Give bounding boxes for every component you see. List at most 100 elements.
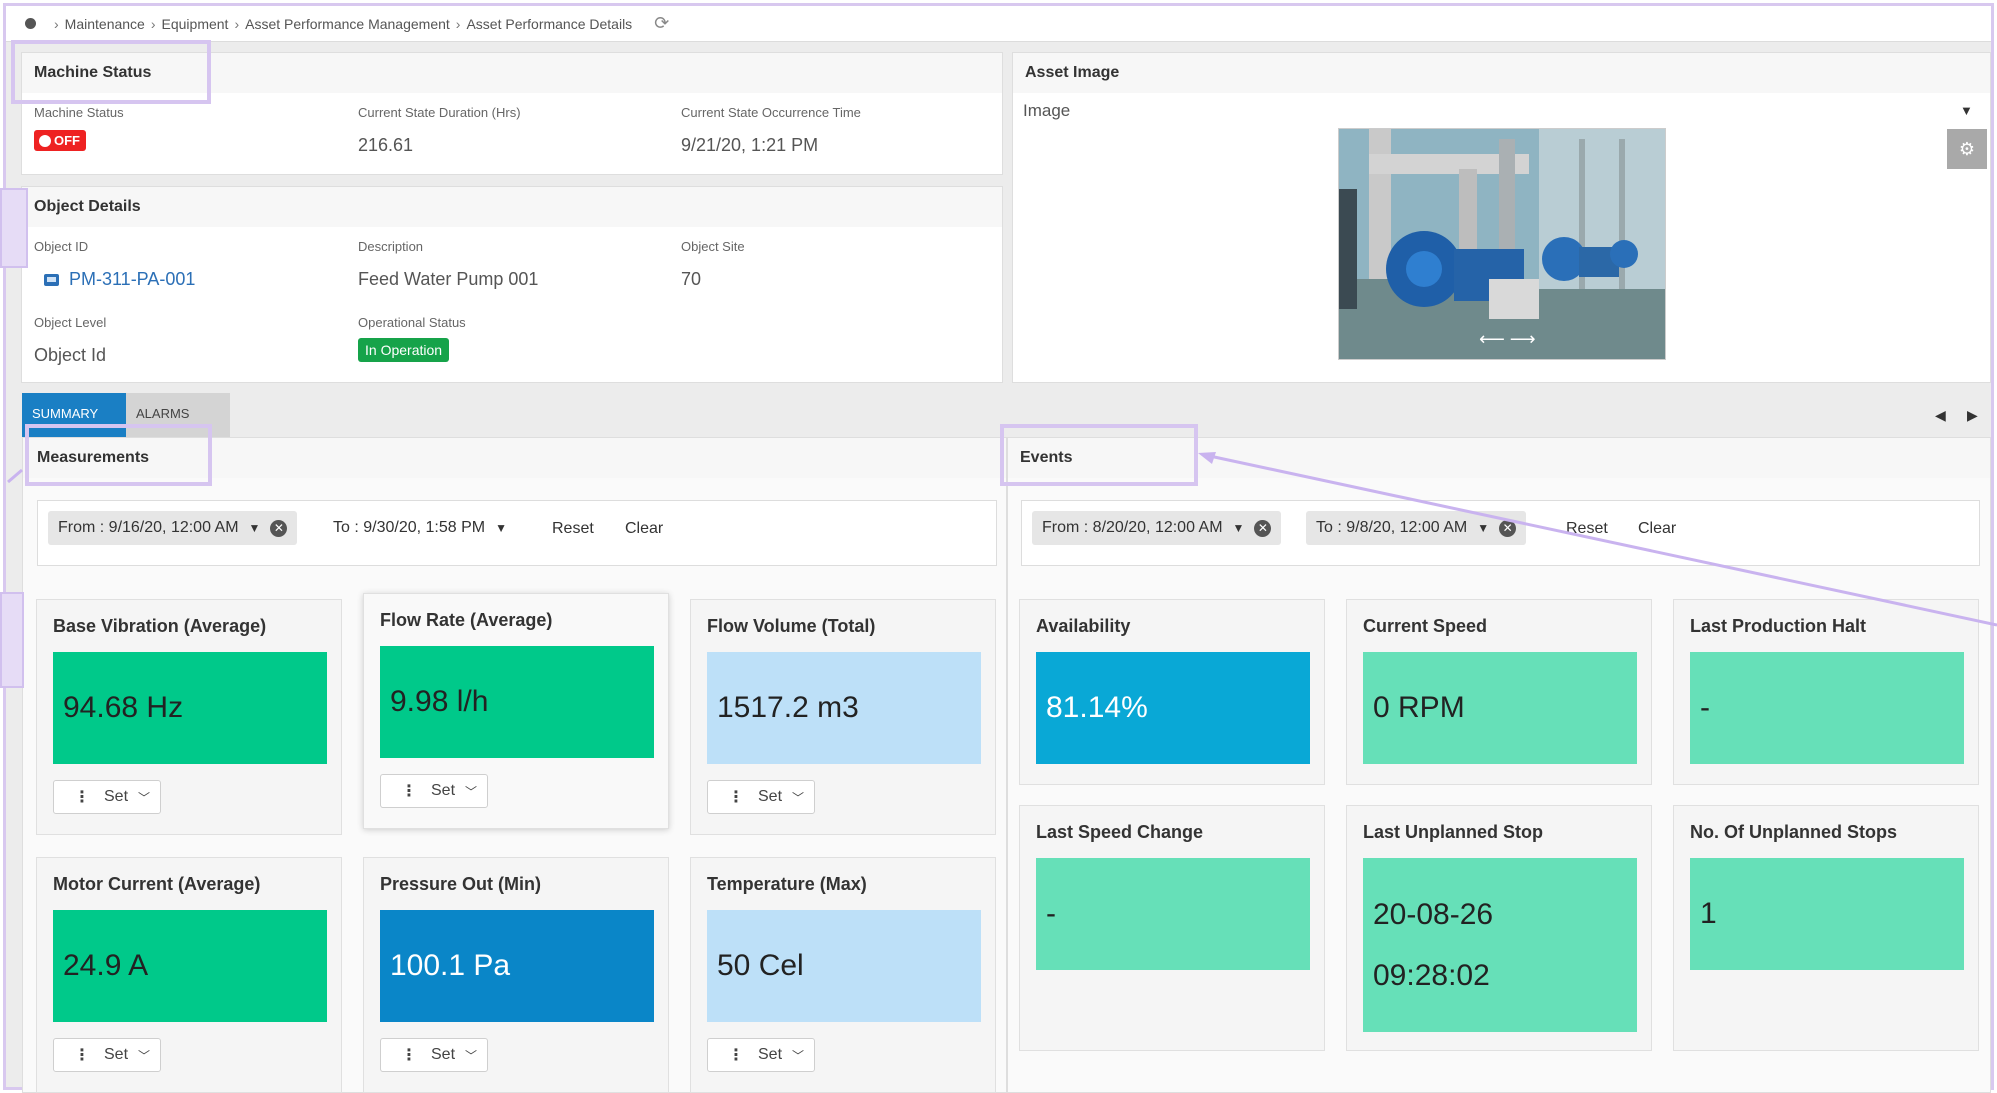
- measurements-to-chip[interactable]: To : 9/30/20, 1:58 PM ▼: [323, 511, 517, 545]
- measurement-card[interactable]: Flow Rate (Average) 9.98 l/h ⋮ Set ﹀: [363, 593, 669, 829]
- chevron-right-icon: ›: [455, 15, 461, 32]
- event-card[interactable]: Last Speed Change -: [1019, 805, 1325, 1051]
- event-title: Last Production Halt: [1690, 616, 1867, 636]
- events-reset-button[interactable]: Reset: [1566, 520, 1608, 538]
- scroll-left-icon[interactable]: ◀: [1935, 407, 1946, 424]
- object-details-title: Object Details: [22, 187, 1002, 227]
- event-title: Last Unplanned Stop: [1363, 822, 1543, 842]
- event-title: No. Of Unplanned Stops: [1690, 822, 1897, 842]
- object-id-link[interactable]: PM-311-PA-001: [44, 269, 195, 290]
- event-title: Availability: [1036, 616, 1131, 636]
- event-card[interactable]: Current Speed 0 RPM: [1346, 599, 1652, 785]
- event-card[interactable]: Last Production Halt -: [1673, 599, 1979, 785]
- measurement-value: 100.1 Pa: [380, 910, 654, 1022]
- breadcrumb-item-equipment[interactable]: Equipment: [162, 16, 229, 32]
- event-card[interactable]: No. Of Unplanned Stops 1: [1673, 805, 1979, 1051]
- image-settings-button[interactable]: ⚙: [1947, 129, 1987, 169]
- set-label: Set: [104, 788, 129, 805]
- measurements-to-value[interactable]: To : 9/30/20, 1:58 PM: [333, 519, 485, 537]
- image-nav-arrows[interactable]: ⟵ ⟶: [1479, 329, 1536, 350]
- annotation-events: [1000, 424, 1198, 486]
- object-id-value[interactable]: PM-311-PA-001: [69, 269, 195, 289]
- set-button[interactable]: ⋮ Set ﹀: [707, 1038, 815, 1072]
- breadcrumb-item-apm[interactable]: Asset Performance Management: [245, 16, 450, 32]
- set-label: Set: [104, 1046, 129, 1063]
- set-button[interactable]: ⋮ Set ﹀: [53, 1038, 161, 1072]
- clear-circle-icon[interactable]: ✕: [1254, 519, 1272, 537]
- event-value-time: 09:28:02: [1373, 959, 1490, 992]
- measurement-value: 9.98 l/h: [380, 646, 654, 758]
- image-select[interactable]: Image: [1023, 101, 1070, 121]
- events-to-value[interactable]: To : 9/8/20, 12:00 AM: [1316, 519, 1467, 537]
- kebab-icon: ⋮: [401, 783, 417, 800]
- event-value: -: [1036, 858, 1310, 970]
- status-badge-text: OFF: [54, 133, 80, 148]
- object-site-value: 70: [681, 269, 702, 289]
- measurement-card[interactable]: Temperature (Max) 50 Cel ⋮ Set ﹀: [690, 857, 996, 1093]
- measurement-card[interactable]: Flow Volume (Total) 1517.2 m3 ⋮ Set ﹀: [690, 599, 996, 835]
- event-title: Last Speed Change: [1036, 822, 1204, 842]
- events-filter: From : 8/20/20, 12:00 AM ▼ ✕ To : 9/8/20…: [1021, 500, 1980, 566]
- events-to-chip[interactable]: To : 9/8/20, 12:00 AM ▼ ✕: [1306, 511, 1527, 545]
- clear-circle-icon[interactable]: ✕: [270, 519, 288, 537]
- set-button[interactable]: ⋮ Set ﹀: [380, 1038, 488, 1072]
- measurement-title: Flow Rate (Average): [380, 610, 553, 630]
- measurement-value: 1517.2 m3: [707, 652, 981, 764]
- op-status-badge: In Operation: [358, 338, 450, 362]
- chevron-down-icon: ﹀: [138, 1048, 151, 1063]
- events-clear-button[interactable]: Clear: [1638, 520, 1676, 538]
- annotation-stub: [0, 592, 24, 688]
- measurement-value: 24.9 A: [53, 910, 327, 1022]
- event-card[interactable]: Availability 81.14%: [1019, 599, 1325, 785]
- measurements-from-value[interactable]: From : 9/16/20, 12:00 AM: [58, 519, 239, 537]
- measurement-value: 50 Cel: [707, 910, 981, 1022]
- home-icon[interactable]: [25, 18, 36, 29]
- chevron-down-icon: ﹀: [465, 784, 478, 799]
- kebab-icon: ⋮: [401, 1047, 417, 1064]
- events-from-value[interactable]: From : 8/20/20, 12:00 AM: [1042, 519, 1223, 537]
- measurement-card[interactable]: Motor Current (Average) 24.9 A ⋮ Set ﹀: [36, 857, 342, 1093]
- event-value: 0 RPM: [1363, 652, 1637, 764]
- set-button[interactable]: ⋮ Set ﹀: [380, 774, 488, 808]
- set-label: Set: [758, 788, 783, 805]
- event-value: 1: [1690, 858, 1964, 970]
- clear-circle-icon[interactable]: ✕: [1499, 519, 1517, 537]
- chevron-right-icon: ›: [150, 15, 156, 32]
- caret-down-icon[interactable]: ▼: [1233, 521, 1245, 535]
- asset-photo: ⟵ ⟶: [1338, 128, 1666, 360]
- chevron-right-icon: ›: [54, 15, 59, 32]
- caret-down-icon[interactable]: ▼: [495, 521, 507, 535]
- event-card[interactable]: Last Unplanned Stop 20-08-26 09:28:02: [1346, 805, 1652, 1051]
- event-value: 20-08-26 09:28:02: [1363, 858, 1637, 1032]
- chevron-right-icon: ›: [234, 15, 240, 32]
- kebab-icon: ⋮: [728, 1047, 744, 1064]
- op-status-label: Operational Status: [358, 315, 466, 330]
- occurrence-label: Current State Occurrence Time: [681, 105, 861, 120]
- measurements-clear-button[interactable]: Clear: [625, 520, 663, 538]
- object-details-panel: Object Details Object ID PM-311-PA-001 D…: [21, 186, 1003, 383]
- duration-value: 216.61: [358, 135, 414, 155]
- caret-down-icon[interactable]: ▼: [1960, 103, 1973, 118]
- caret-down-icon[interactable]: ▼: [1477, 521, 1489, 535]
- measurement-card[interactable]: Base Vibration (Average) 94.68 Hz ⋮ Set ﹀: [36, 599, 342, 835]
- chevron-down-icon: ﹀: [138, 790, 151, 805]
- scroll-right-icon[interactable]: ▶: [1967, 407, 1978, 424]
- object-id-label: Object ID: [34, 239, 89, 254]
- sliders-icon: ⚙: [1958, 138, 1976, 159]
- breadcrumb-item-maintenance[interactable]: Maintenance: [65, 16, 145, 32]
- measurement-card[interactable]: Pressure Out (Min) 100.1 Pa ⋮ Set ﹀: [363, 857, 669, 1093]
- duration-label: Current State Duration (Hrs): [358, 105, 521, 120]
- measurement-value: 94.68 Hz: [53, 652, 327, 764]
- event-value: -: [1690, 652, 1964, 764]
- description-label: Description: [358, 239, 424, 254]
- annotation-stub: [0, 188, 28, 268]
- caret-down-icon[interactable]: ▼: [249, 521, 261, 535]
- event-value: 81.14%: [1036, 652, 1310, 764]
- events-from-chip[interactable]: From : 8/20/20, 12:00 AM ▼ ✕: [1032, 511, 1282, 545]
- object-level-label: Object Level: [34, 315, 107, 330]
- measurements-from-chip[interactable]: From : 9/16/20, 12:00 AM ▼ ✕: [48, 511, 298, 545]
- refresh-icon[interactable]: ⟳: [654, 13, 669, 34]
- set-button[interactable]: ⋮ Set ﹀: [707, 780, 815, 814]
- set-button[interactable]: ⋮ Set ﹀: [53, 780, 161, 814]
- measurements-reset-button[interactable]: Reset: [552, 520, 594, 538]
